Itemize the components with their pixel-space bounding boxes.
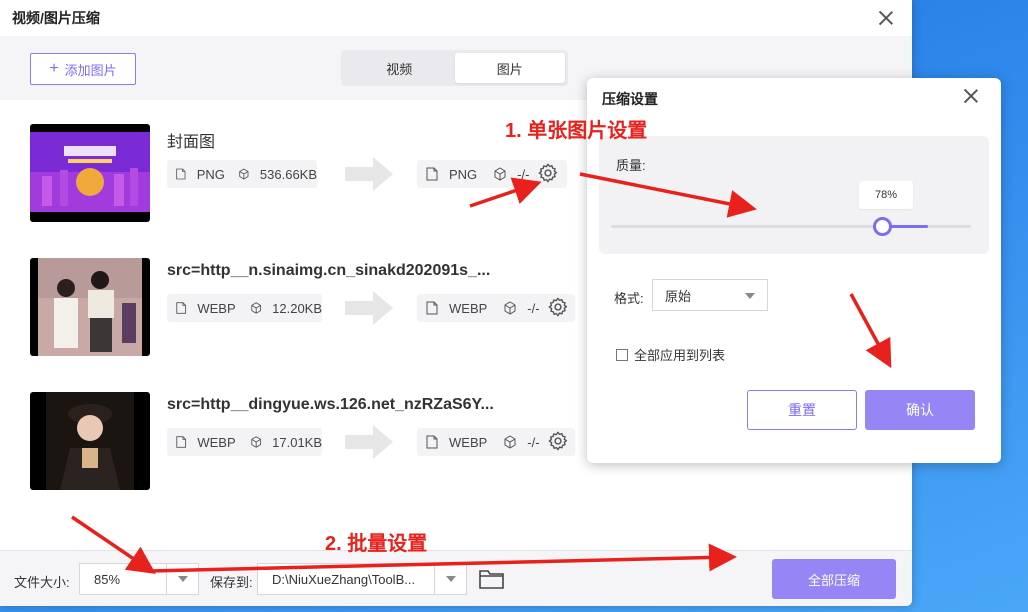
- source-size: 536.66KB: [259, 166, 318, 182]
- confirm-button[interactable]: 确认: [865, 390, 975, 430]
- target-size: -/-: [517, 166, 530, 182]
- quality-label: 质量:: [616, 158, 646, 173]
- source-format: WEBP: [197, 434, 236, 450]
- plus-icon: +: [49, 60, 59, 77]
- file-size-label: 文件大小:: [14, 575, 70, 590]
- file-icon: [426, 301, 438, 315]
- source-size: 17.01KB: [272, 434, 323, 450]
- file-icon: [176, 436, 187, 448]
- apply-all-label: 全部应用到列表: [634, 348, 726, 363]
- source-info: PNG 536.66KB: [167, 160, 317, 188]
- format-value: 原始: [665, 288, 692, 304]
- chevron-down-icon: [745, 293, 755, 299]
- file-icon: [176, 168, 186, 180]
- quality-panel: 质量: 78%: [599, 136, 989, 254]
- file-name: src=http__dingyue.ws.126.net_nzRZaS6Y...: [167, 396, 494, 413]
- bottom-bar: 文件大小: 85% 保存到: D:\NiuXueZhang\ToolB... 全…: [0, 550, 912, 606]
- file-name: 封面图: [167, 134, 216, 151]
- chevron-down-icon: [178, 576, 188, 582]
- gear-icon[interactable]: [537, 162, 559, 184]
- thumbnail: [30, 392, 150, 490]
- gear-icon[interactable]: [547, 296, 569, 318]
- box-icon: [504, 301, 516, 315]
- quality-slider[interactable]: [611, 217, 971, 236]
- tab-image[interactable]: 图片: [454, 53, 565, 83]
- target-format: WEBP: [449, 300, 488, 316]
- box-icon: [504, 435, 516, 449]
- quality-tooltip: 78%: [859, 181, 913, 209]
- arrow-right-icon: [345, 157, 393, 191]
- folder-icon[interactable]: [479, 569, 504, 589]
- source-info: WEBP 12.20KB: [167, 294, 322, 322]
- quality-slider-thumb[interactable]: [872, 217, 892, 236]
- apply-all-checkbox[interactable]: 全部应用到列表: [616, 345, 725, 364]
- arrow-right-icon: [345, 425, 393, 459]
- compress-all-button[interactable]: 全部压缩: [772, 559, 896, 599]
- source-info: WEBP 17.01KB: [167, 428, 322, 456]
- checkbox-box[interactable]: [616, 348, 628, 361]
- target-format: WEBP: [449, 434, 488, 450]
- file-icon: [426, 167, 438, 181]
- reset-button[interactable]: 重置: [747, 390, 857, 430]
- add-image-button[interactable]: + 添加图片: [30, 53, 136, 85]
- format-label: 格式:: [614, 291, 644, 306]
- gear-icon[interactable]: [547, 430, 569, 452]
- file-size-select[interactable]: 85%: [79, 563, 199, 595]
- box-icon: [494, 167, 506, 181]
- target-size: -/-: [527, 300, 540, 316]
- source-size: 12.20KB: [272, 300, 323, 316]
- format-select[interactable]: 原始: [652, 279, 768, 311]
- close-icon[interactable]: [876, 8, 896, 28]
- target-format: PNG: [449, 166, 478, 182]
- tab-video[interactable]: 视频: [344, 53, 455, 83]
- source-format: WEBP: [197, 300, 236, 316]
- thumbnail: [30, 124, 150, 222]
- save-to-label: 保存到:: [210, 575, 253, 590]
- add-image-label: 添加图片: [64, 62, 117, 78]
- box-icon: [251, 436, 261, 448]
- window-title: 视频/图片压缩: [12, 10, 100, 26]
- title-bar: 视频/图片压缩: [0, 0, 912, 36]
- file-size-dropdown[interactable]: [166, 564, 198, 594]
- media-type-tabs: 视频 图片: [341, 50, 568, 86]
- chevron-down-icon: [446, 576, 456, 582]
- target-size: -/-: [527, 434, 540, 450]
- box-icon: [239, 168, 249, 180]
- thumbnail: [30, 258, 150, 356]
- file-name: src=http__n.sinaimg.cn_sinakd202091s_...: [167, 262, 491, 279]
- compress-settings-dialog: 压缩设置 质量: 78% 格式: 原始 全部应用到列表 重置 确认: [587, 78, 1001, 463]
- save-path-select[interactable]: D:\NiuXueZhang\ToolB...: [257, 563, 467, 595]
- file-size-value: 85%: [94, 571, 121, 587]
- file-icon: [426, 435, 438, 449]
- close-icon[interactable]: [961, 86, 981, 106]
- source-format: PNG: [196, 166, 225, 182]
- file-icon: [176, 302, 187, 314]
- save-path-value: D:\NiuXueZhang\ToolB...: [272, 571, 416, 587]
- annotation-single-setting: 1. 单张图片设置: [505, 120, 648, 142]
- dialog-title: 压缩设置: [602, 91, 658, 107]
- save-path-dropdown[interactable]: [434, 564, 466, 594]
- arrow-right-icon: [345, 291, 393, 325]
- box-icon: [251, 302, 261, 314]
- annotation-batch-setting: 2. 批量设置: [325, 533, 428, 555]
